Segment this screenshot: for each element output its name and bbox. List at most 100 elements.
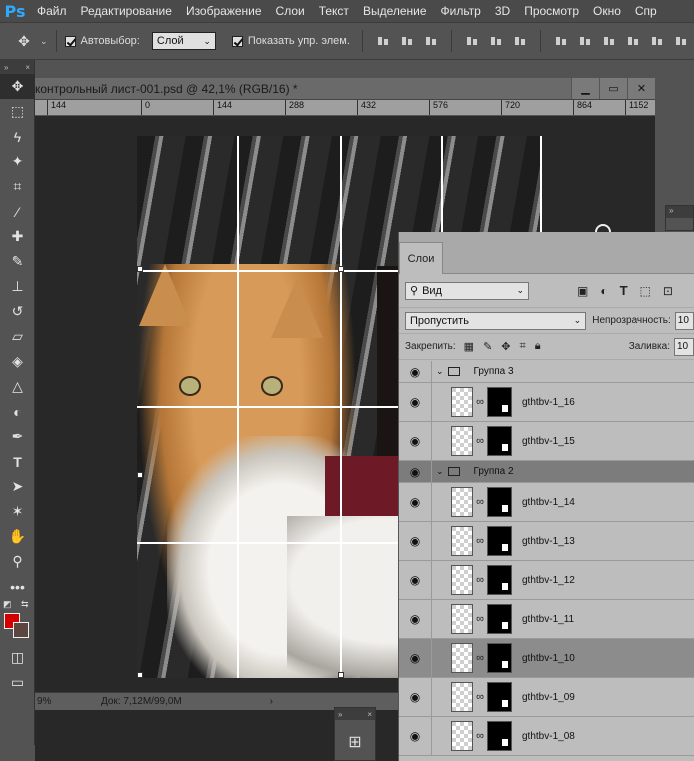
distribute-center-icon[interactable] (578, 34, 592, 48)
timeline-icon[interactable]: ⊞ (335, 732, 375, 752)
paint-bucket-tool-icon[interactable]: ◈ (0, 349, 35, 374)
move-tool-icon[interactable]: ✥ (10, 33, 38, 50)
link-icon[interactable]: ∞ (473, 435, 487, 447)
zoom-level[interactable]: 9% (35, 696, 75, 707)
distribute-top-icon[interactable] (554, 34, 568, 48)
layer-row[interactable]: ◉ ∞ gthtbv-1_12 (399, 561, 694, 600)
layer-group-row[interactable]: ◉ ⌄ Группа 2 (399, 461, 694, 483)
layer-mask-thumbnail[interactable] (487, 643, 512, 673)
eye-icon[interactable]: ◉ (399, 522, 432, 560)
layer-mask-thumbnail[interactable] (487, 487, 512, 517)
layer-row[interactable]: ◉ ∞ gthtbv-1_14 (399, 483, 694, 522)
align-left-icon[interactable] (465, 34, 479, 48)
eraser-tool-icon[interactable]: ▱ (0, 324, 35, 349)
transform-handle[interactable] (137, 472, 143, 478)
lock-artboard-icon[interactable]: ⌗ (520, 340, 526, 353)
transform-handle[interactable] (137, 672, 143, 678)
auto-select-checkbox[interactable] (64, 35, 76, 47)
transform-handle[interactable] (338, 672, 344, 678)
layer-row[interactable]: ◉ ∞ gthtbv-1_08 (399, 717, 694, 756)
eye-icon[interactable]: ◉ (399, 422, 432, 460)
layer-row[interactable]: ◉ ∞ gthtbv-1_16 (399, 383, 694, 422)
link-icon[interactable]: ∞ (473, 535, 487, 547)
align-bottom-icon[interactable] (424, 34, 438, 48)
collapse-icon[interactable]: » (4, 63, 8, 72)
maximize-button[interactable]: ▭ (599, 78, 627, 99)
tool-preset-chevron-icon[interactable]: ⌄ (40, 36, 48, 47)
menu-view[interactable]: Просмотр (517, 4, 586, 18)
filter-pixel-icon[interactable]: ▣ (577, 284, 588, 298)
eye-icon[interactable]: ◉ (399, 383, 432, 421)
link-icon[interactable]: ∞ (473, 574, 487, 586)
link-icon[interactable]: ∞ (473, 396, 487, 408)
history-brush-tool-icon[interactable]: ↺ (0, 299, 35, 324)
zoom-tool-icon[interactable]: ⚲ (0, 549, 35, 574)
hand-tool-icon[interactable]: ✋ (0, 524, 35, 549)
menu-type[interactable]: Текст (312, 4, 356, 18)
layer-mask-thumbnail[interactable] (487, 721, 512, 751)
menu-file[interactable]: Файл (30, 4, 74, 18)
link-icon[interactable]: ∞ (473, 613, 487, 625)
lock-transparent-icon[interactable]: ▦ (464, 340, 474, 353)
auto-select-dropdown[interactable]: Слой ⌄ (151, 32, 216, 50)
eye-icon[interactable]: ◉ (399, 361, 432, 382)
chevron-down-icon[interactable]: ⌄ (436, 366, 444, 377)
filter-adjustment-icon[interactable]: ◐ (600, 284, 607, 298)
align-horizontal-center-icon[interactable] (489, 34, 503, 48)
move-tool-icon[interactable]: ✥ (0, 74, 35, 99)
layer-row-selected[interactable]: ◉ ∞ gthtbv-1_10 (399, 639, 694, 678)
close-button[interactable]: ✕ (627, 78, 655, 99)
eye-icon[interactable]: ◉ (399, 678, 432, 716)
layer-row[interactable]: ◉ ∞ gthtbv-1_13 (399, 522, 694, 561)
default-colors-icon[interactable]: ◩ (3, 599, 12, 610)
fill-input[interactable]: 10 (674, 337, 694, 356)
blend-mode-dropdown[interactable]: Пропустить ⌄ (405, 311, 587, 330)
dodge-tool-icon[interactable]: ◐ (0, 399, 35, 424)
link-icon[interactable]: ∞ (473, 496, 487, 508)
clone-stamp-tool-icon[interactable]: ⊥ (0, 274, 35, 299)
minimize-button[interactable]: ▁ (571, 78, 599, 99)
layer-row[interactable]: ◉ ∞ gthtbv-1_11 (399, 600, 694, 639)
eyedropper-tool-icon[interactable]: ⁄ (0, 199, 35, 224)
filter-shape-icon[interactable]: ⬚ (640, 284, 651, 298)
collapse-icon[interactable]: » (338, 710, 342, 719)
link-icon[interactable]: ∞ (473, 691, 487, 703)
floating-panel-header[interactable]: » × (335, 708, 375, 720)
distribute-horizontal-icon[interactable] (650, 34, 664, 48)
crop-tool-icon[interactable]: ⌗ (0, 174, 35, 199)
lock-image-icon[interactable]: ✎ (483, 340, 492, 353)
tools-panel-header[interactable]: » × (0, 60, 34, 74)
menu-select[interactable]: Выделение (356, 4, 434, 18)
chevron-down-icon[interactable]: ⌄ (436, 466, 444, 477)
tab-layers[interactable]: Слои (399, 242, 443, 274)
transform-handle[interactable] (338, 266, 344, 272)
quick-mask-icon[interactable]: ◫ (0, 645, 35, 670)
lock-all-icon[interactable]: 🔒︎ (535, 340, 541, 353)
link-icon[interactable]: ∞ (473, 652, 487, 664)
distribute-left-icon[interactable] (626, 34, 640, 48)
layer-row[interactable]: ◉ ∞ gthtbv-1_09 (399, 678, 694, 717)
menu-image[interactable]: Изображение (179, 4, 269, 18)
status-menu-icon[interactable]: › (270, 696, 273, 707)
more-tools-icon[interactable]: ••• (0, 574, 35, 599)
background-color-swatch[interactable] (13, 622, 29, 638)
collapsed-panel[interactable]: » (665, 205, 694, 231)
swap-colors-icon[interactable]: ⇆ (21, 599, 29, 610)
type-tool-icon[interactable]: T (0, 449, 35, 474)
magic-wand-tool-icon[interactable]: ✦ (0, 149, 35, 174)
align-right-icon[interactable] (513, 34, 527, 48)
menu-help[interactable]: Спр (628, 4, 664, 18)
layer-mask-thumbnail[interactable] (487, 387, 512, 417)
document-tab[interactable]: контрольный лист-001.psd @ 42,1% (RGB/16… (35, 78, 655, 100)
eye-icon[interactable]: ◉ (399, 483, 432, 521)
align-vertical-center-icon[interactable] (400, 34, 414, 48)
layer-mask-thumbnail[interactable] (487, 682, 512, 712)
lock-position-icon[interactable]: ✥ (501, 340, 510, 353)
eye-icon[interactable]: ◉ (399, 561, 432, 599)
blur-tool-icon[interactable]: △ (0, 374, 35, 399)
layer-filter-dropdown[interactable]: ⚲ Вид ⌄ (405, 281, 529, 300)
distribute-right-icon[interactable] (674, 34, 688, 48)
healing-brush-tool-icon[interactable]: ✚ (0, 224, 35, 249)
show-controls-checkbox[interactable] (231, 35, 243, 47)
menu-3d[interactable]: 3D (488, 4, 517, 18)
